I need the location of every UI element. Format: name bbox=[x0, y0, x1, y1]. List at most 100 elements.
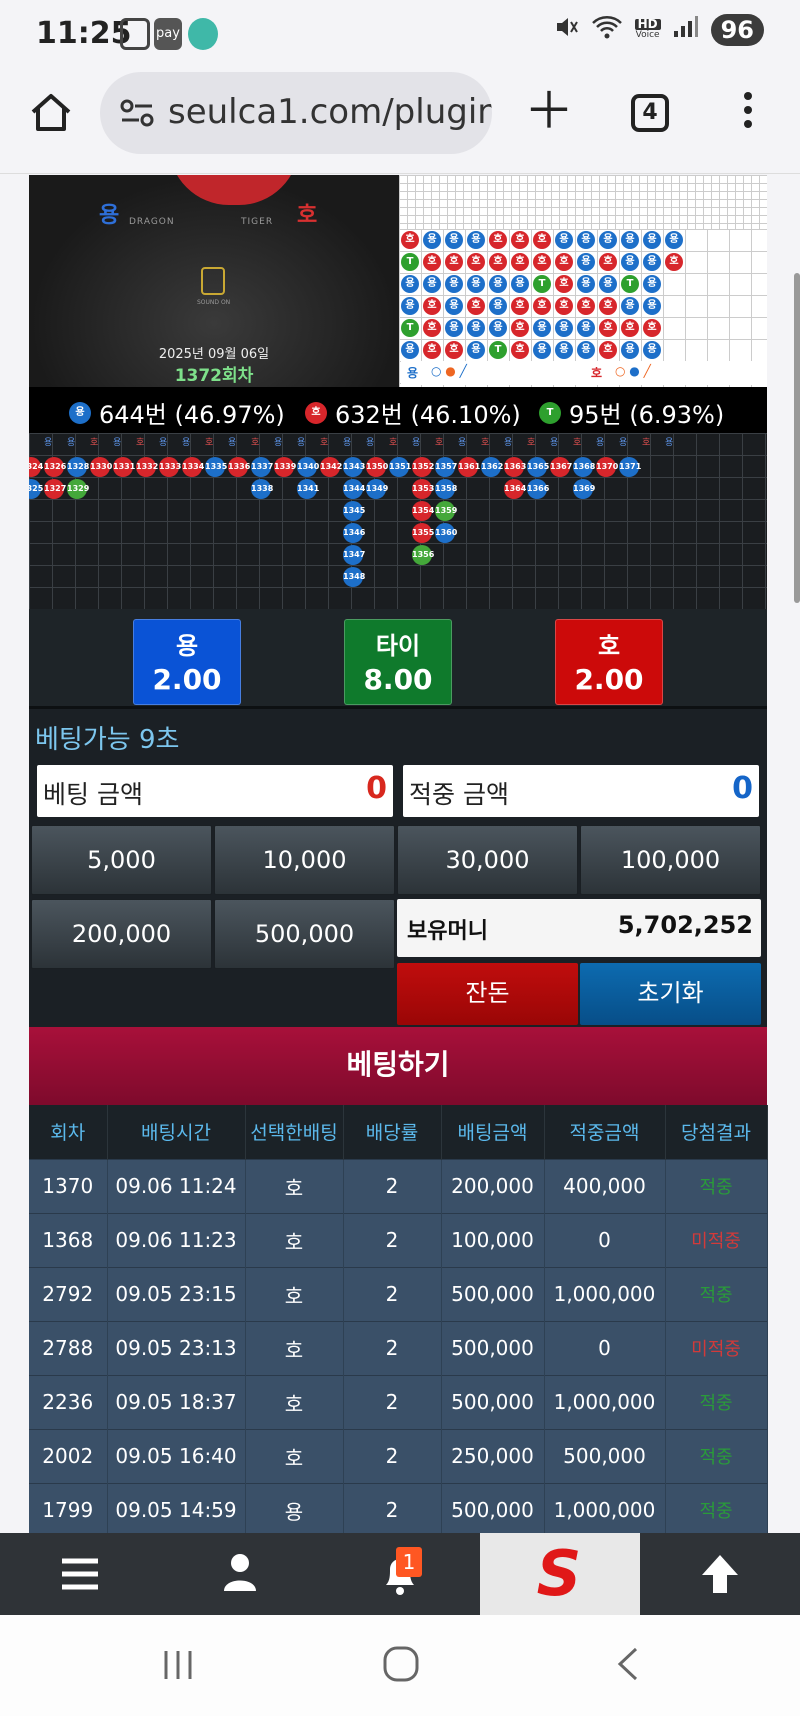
place-bet-button[interactable]: 베팅하기 bbox=[29, 1027, 767, 1105]
menu-nav-button[interactable] bbox=[0, 1533, 160, 1615]
table-row: 1799 09.05 14:59 용 2 500,000 1,000,000 적중 bbox=[29, 1482, 768, 1533]
board-round-chip: 1354 bbox=[412, 501, 434, 521]
table-cell: 2002 bbox=[29, 1428, 108, 1483]
bet-amount-field[interactable]: 베팅 금액 0 bbox=[37, 765, 393, 817]
board-round-chip: 1362 bbox=[481, 457, 503, 477]
wifi-icon bbox=[591, 14, 623, 46]
board-round-chip: 1369 bbox=[573, 479, 595, 499]
recents-icon[interactable] bbox=[160, 1647, 196, 1683]
page-scrollbar[interactable] bbox=[794, 273, 800, 603]
table-cell: 09.06 11:23 bbox=[107, 1212, 246, 1267]
bead-road-mark: 호 bbox=[511, 231, 529, 249]
board-header-mark: 호 bbox=[90, 438, 99, 448]
table-row: 2236 09.05 18:37 호 2 500,000 1,000,000 적중 bbox=[29, 1374, 768, 1429]
board-header-mark: 용 bbox=[458, 438, 467, 448]
legend-tiger: 호 bbox=[591, 366, 603, 380]
board-header-mark: 호 bbox=[389, 438, 398, 448]
home-icon bbox=[31, 94, 71, 131]
table-cell: 200,000 bbox=[441, 1158, 545, 1213]
tab-switcher-button[interactable]: 4 bbox=[631, 94, 669, 132]
hamburger-icon bbox=[62, 1558, 98, 1590]
screenshot-icon bbox=[120, 18, 150, 50]
bead-road-mark: 용 bbox=[511, 275, 529, 293]
tiger-stat: 호 632번 (46.10%) bbox=[305, 395, 521, 430]
col-header: 배당률 bbox=[343, 1105, 442, 1159]
battery-indicator: 96 bbox=[710, 14, 764, 46]
bead-road-mark: 용 bbox=[665, 231, 683, 249]
tiger-bet-button[interactable]: 호 2.00 bbox=[555, 619, 663, 705]
chip-30000-button[interactable]: 30,000 bbox=[397, 825, 578, 895]
board-header-mark: 호 bbox=[136, 438, 145, 448]
board-header-mark: 호 bbox=[642, 438, 651, 448]
bead-road-mark: 용 bbox=[577, 231, 595, 249]
board-round-chip: 1371 bbox=[619, 457, 641, 477]
live-video[interactable]: 용 호 DRAGON TIGER SOUND ON 2025년 09월 06일 … bbox=[29, 175, 399, 387]
chip-5000-button[interactable]: 5,000 bbox=[31, 825, 212, 895]
bet-timer: 베팅가능 9초 bbox=[35, 725, 180, 755]
bead-road-mark: 용 bbox=[599, 231, 617, 249]
bead-road-mark: T bbox=[489, 341, 507, 359]
table-cell: 적중 bbox=[665, 1428, 768, 1483]
bead-road-mark: 호 bbox=[445, 341, 463, 359]
bead-road-mark: 호 bbox=[511, 297, 529, 315]
board-round-chip: 1332 bbox=[136, 457, 158, 477]
site-logo-button[interactable]: S bbox=[480, 1533, 640, 1615]
browser-menu-button[interactable] bbox=[742, 92, 754, 136]
bead-road-mark: 용 bbox=[401, 341, 419, 359]
board-round-chip: 1364 bbox=[504, 479, 526, 499]
tie-stat-icon: T bbox=[539, 401, 561, 424]
table-cell: 100,000 bbox=[441, 1212, 545, 1267]
status-bar: 11:25 pay HD Voice 96 bbox=[0, 0, 800, 70]
address-bar[interactable]: seulca1.com/plugin bbox=[100, 72, 492, 154]
new-tab-button[interactable]: ＋ bbox=[524, 86, 574, 136]
table-row: 2788 09.05 23:13 호 2 500,000 0 미적중 bbox=[29, 1320, 768, 1375]
board-round-chip: 1340 bbox=[297, 457, 319, 477]
table-cell: 2 bbox=[343, 1374, 442, 1429]
board-round-chip: 1337 bbox=[251, 457, 273, 477]
sound-icon[interactable] bbox=[201, 267, 225, 295]
bet-history-table: 회차 배팅시간 선택한배팅 배당률 배팅금액 적중금액 당첨결과 1370 09.… bbox=[29, 1105, 768, 1533]
odd-value: 8.00 bbox=[363, 663, 433, 696]
balance-label: 보유머니 bbox=[407, 919, 488, 944]
change-button[interactable]: 잔돈 bbox=[397, 963, 578, 1025]
bead-road-mark: 용 bbox=[643, 297, 661, 315]
dragon-bet-button[interactable]: 용 2.00 bbox=[133, 619, 241, 705]
chip-200000-button[interactable]: 200,000 bbox=[31, 899, 212, 969]
chip-100000-button[interactable]: 100,000 bbox=[580, 825, 761, 895]
profile-nav-button[interactable] bbox=[160, 1533, 320, 1615]
board-round-chip: 1345 bbox=[343, 501, 365, 521]
reset-button[interactable]: 초기화 bbox=[580, 963, 761, 1025]
tiger-sub-label: TIGER bbox=[241, 217, 274, 227]
win-amount-value: 0 bbox=[732, 771, 753, 806]
table-cell: 1,000,000 bbox=[544, 1374, 666, 1429]
chip-500000-button[interactable]: 500,000 bbox=[214, 899, 395, 969]
table-cell: 적중 bbox=[665, 1158, 768, 1213]
bead-road-mark: 용 bbox=[577, 275, 595, 293]
col-header: 배팅금액 bbox=[441, 1105, 545, 1159]
bet-amount-value: 0 bbox=[366, 771, 387, 806]
table-cell: 미적중 bbox=[665, 1320, 768, 1375]
chip-10000-button[interactable]: 10,000 bbox=[214, 825, 395, 895]
table-cell: 1370 bbox=[29, 1158, 108, 1213]
bead-road-mark: 호 bbox=[533, 297, 551, 315]
table-cell: 500,000 bbox=[441, 1320, 545, 1375]
tie-stat-text: 95번 (6.93%) bbox=[569, 401, 725, 429]
table-cell: 09.05 23:15 bbox=[107, 1266, 246, 1321]
bead-road-mark: 호 bbox=[423, 319, 441, 337]
board-round-chip: 1353 bbox=[412, 479, 434, 499]
board-round-chip: 1344 bbox=[343, 479, 365, 499]
table-cell: 1799 bbox=[29, 1482, 108, 1533]
board-round-chip: 1349 bbox=[366, 479, 388, 499]
scroll-top-button[interactable] bbox=[640, 1533, 800, 1615]
bead-road-mark: 용 bbox=[533, 319, 551, 337]
bead-road-mark: 용 bbox=[489, 275, 507, 293]
home-button[interactable] bbox=[28, 90, 74, 136]
app-icon bbox=[188, 18, 218, 50]
system-nav-bar bbox=[0, 1615, 800, 1716]
home-nav-icon[interactable] bbox=[382, 1645, 420, 1683]
tie-bet-button[interactable]: 타이 8.00 bbox=[344, 619, 452, 705]
video-tiger-label: 호 bbox=[297, 203, 318, 228]
board-round-chip: 1335 bbox=[205, 457, 227, 477]
back-icon[interactable] bbox=[612, 1645, 642, 1683]
site-settings-icon[interactable] bbox=[120, 98, 154, 128]
